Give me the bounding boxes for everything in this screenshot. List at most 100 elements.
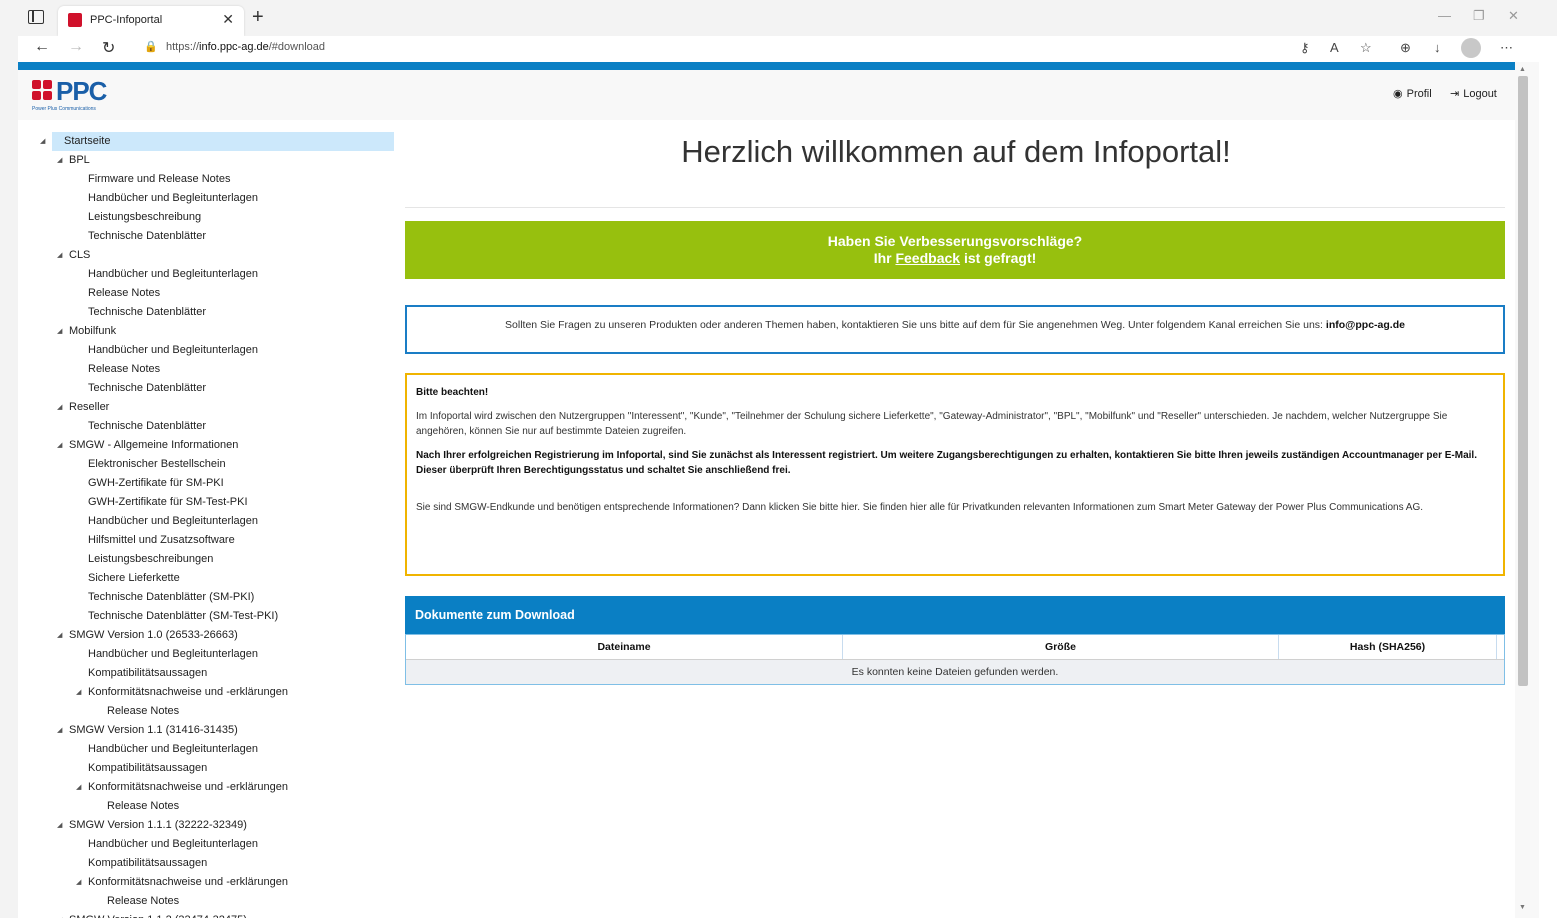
ppc-logo-icon[interactable]: [32, 80, 52, 100]
logout-link[interactable]: ⇥ Logout: [1450, 87, 1497, 100]
tree-item[interactable]: Kompatibilitätsaussagen: [18, 854, 398, 873]
profile-link[interactable]: ◉ Profil: [1393, 87, 1432, 100]
tree-item-label: Kompatibilitätsaussagen: [88, 667, 208, 679]
tree-item[interactable]: GWH-Zertifikate für SM-PKI: [18, 474, 398, 493]
column-hash[interactable]: Hash (SHA256): [1279, 635, 1497, 659]
tree-item[interactable]: Kompatibilitätsaussagen: [18, 664, 398, 683]
scroll-up-icon[interactable]: ▲: [1519, 66, 1526, 73]
expand-arrow-icon[interactable]: ◢: [76, 873, 81, 892]
tree-item[interactable]: ◢ Startseite: [40, 132, 394, 151]
tree-item[interactable]: ◢ BPL: [18, 151, 398, 170]
restore-icon[interactable]: ❐: [1473, 8, 1485, 24]
expand-arrow-icon[interactable]: ◢: [57, 398, 62, 417]
expand-arrow-icon[interactable]: ◢: [57, 721, 62, 740]
tree-item[interactable]: ◢ SMGW Version 1.1.2 (32474-32475): [18, 911, 398, 918]
tree-item-label: Leistungsbeschreibung: [88, 211, 202, 223]
column-size[interactable]: Größe: [843, 635, 1279, 659]
tree-item[interactable]: Leistungsbeschreibungen: [18, 550, 398, 569]
expand-arrow-icon[interactable]: ◢: [57, 816, 62, 835]
tree-item[interactable]: Release Notes: [18, 797, 398, 816]
tree-item[interactable]: ◢ Konformitätsnachweise und -erklärungen: [18, 873, 398, 892]
tree-item[interactable]: Handbücher und Begleitunterlagen: [18, 835, 398, 854]
favorite-star-icon[interactable]: ☆: [1360, 40, 1372, 56]
tree-item-label: Technische Datenblätter (SM-PKI): [88, 591, 255, 603]
reload-icon[interactable]: ↻: [102, 38, 115, 58]
expand-arrow-icon[interactable]: ◢: [76, 683, 81, 702]
tree-item[interactable]: ◢ SMGW - Allgemeine Informationen: [18, 436, 398, 455]
tree-item[interactable]: Release Notes: [18, 892, 398, 911]
tree-item-label: Release Notes: [107, 705, 180, 717]
profile-avatar[interactable]: [1461, 38, 1481, 58]
tree-item[interactable]: Release Notes: [18, 284, 398, 303]
new-tab-icon[interactable]: +: [252, 6, 264, 29]
download-icon[interactable]: ↓: [1434, 40, 1441, 55]
contact-email[interactable]: info@ppc-ag.de: [1326, 319, 1405, 331]
scroll-down-icon[interactable]: ▼: [1519, 904, 1526, 911]
tree-item[interactable]: ◢ Reseller: [18, 398, 398, 417]
expand-arrow-icon[interactable]: ◢: [57, 322, 62, 341]
tab-actions-icon[interactable]: [28, 10, 44, 24]
tree-item[interactable]: Handbücher und Begleitunterlagen: [18, 265, 398, 284]
column-filename[interactable]: Dateiname: [406, 635, 843, 659]
tree-item[interactable]: ◢ Mobilfunk: [18, 322, 398, 341]
back-icon[interactable]: ←: [34, 38, 50, 56]
scroll-thumb[interactable]: [1518, 76, 1528, 686]
minimize-icon[interactable]: —: [1438, 8, 1451, 23]
tree-item[interactable]: Handbücher und Begleitunterlagen: [18, 740, 398, 759]
expand-arrow-icon[interactable]: ◢: [76, 778, 81, 797]
expand-arrow-icon[interactable]: ◢: [40, 132, 45, 151]
tree-item-label: Release Notes: [107, 800, 180, 812]
feedback-banner: Haben Sie Verbesserungsvorschläge? Ihr F…: [405, 221, 1505, 279]
browser-tab[interactable]: PPC-Infoportal ✕: [58, 6, 244, 36]
close-tab-icon[interactable]: ✕: [222, 11, 234, 28]
tree-item[interactable]: Hilfsmittel und Zusatzsoftware: [18, 531, 398, 550]
logo-text[interactable]: PPC: [56, 76, 107, 107]
tree-item-label: Konformitätsnachweise und -erklärungen: [88, 876, 288, 888]
tree-item[interactable]: ◢ SMGW Version 1.1 (31416-31435): [18, 721, 398, 740]
expand-arrow-icon[interactable]: ◢: [57, 246, 62, 265]
tab-title: PPC-Infoportal: [90, 14, 163, 26]
tree-item[interactable]: GWH-Zertifikate für SM-Test-PKI: [18, 493, 398, 512]
tree-item[interactable]: Handbücher und Begleitunterlagen: [18, 645, 398, 664]
tree-item[interactable]: Technische Datenblätter (SM-Test-PKI): [18, 607, 398, 626]
address-bar[interactable]: 🔒 https://info.ppc-ag.de/#download: [138, 36, 1378, 60]
read-aloud-icon[interactable]: A: [1330, 40, 1339, 55]
tree-item[interactable]: ◢ SMGW Version 1.0 (26533-26663): [18, 626, 398, 645]
tree-item[interactable]: Technische Datenblätter: [18, 379, 398, 398]
expand-arrow-icon[interactable]: ◢: [57, 436, 62, 455]
tree-item-label: Konformitätsnachweise und -erklärungen: [88, 781, 288, 793]
expand-arrow-icon[interactable]: ◢: [57, 151, 62, 170]
tree-item[interactable]: ◢ CLS: [18, 246, 398, 265]
lock-icon[interactable]: 🔒: [144, 40, 158, 53]
tree-item[interactable]: Leistungsbeschreibung: [18, 208, 398, 227]
tree-item[interactable]: Release Notes: [18, 702, 398, 721]
tree-item[interactable]: Handbücher und Begleitunterlagen: [18, 189, 398, 208]
tree-item[interactable]: Handbücher und Begleitunterlagen: [18, 512, 398, 531]
tree-item[interactable]: Handbücher und Begleitunterlagen: [18, 341, 398, 360]
page-scrollbar[interactable]: ▲ ▼: [1515, 62, 1539, 918]
feedback-link[interactable]: Feedback: [895, 250, 960, 266]
tree-item[interactable]: ◢ Konformitätsnachweise und -erklärungen: [18, 778, 398, 797]
password-key-icon[interactable]: ⚷: [1300, 40, 1310, 56]
tree-item[interactable]: Technische Datenblätter: [18, 303, 398, 322]
notice-paragraph-1: Im Infoportal wird zwischen den Nutzergr…: [416, 411, 1448, 437]
collections-icon[interactable]: ⊕: [1400, 40, 1411, 56]
tree-item[interactable]: Release Notes: [18, 360, 398, 379]
tree-item[interactable]: Technische Datenblätter: [18, 227, 398, 246]
tree-item[interactable]: ◢ Konformitätsnachweise und -erklärungen: [18, 683, 398, 702]
close-window-icon[interactable]: ✕: [1508, 8, 1519, 24]
tree-item[interactable]: Sichere Lieferkette: [18, 569, 398, 588]
tree-item[interactable]: Technische Datenblätter (SM-PKI): [18, 588, 398, 607]
tree-item-label: Mobilfunk: [69, 325, 117, 337]
tree-item[interactable]: ◢ SMGW Version 1.1.1 (32222-32349): [18, 816, 398, 835]
expand-arrow-icon[interactable]: ◢: [57, 626, 62, 645]
more-menu-icon[interactable]: ⋯: [1500, 40, 1513, 56]
tree-item[interactable]: Kompatibilitätsaussagen: [18, 759, 398, 778]
expand-arrow-icon[interactable]: ◢: [57, 911, 62, 918]
tree-item[interactable]: Firmware und Release Notes: [18, 170, 398, 189]
tree-item-label: GWH-Zertifikate für SM-Test-PKI: [88, 496, 248, 508]
forward-icon[interactable]: →: [68, 38, 84, 56]
tree-item[interactable]: Technische Datenblätter: [18, 417, 398, 436]
tree-item[interactable]: Elektronischer Bestellschein: [18, 455, 398, 474]
url-text[interactable]: https://info.ppc-ag.de/#download: [166, 41, 325, 53]
